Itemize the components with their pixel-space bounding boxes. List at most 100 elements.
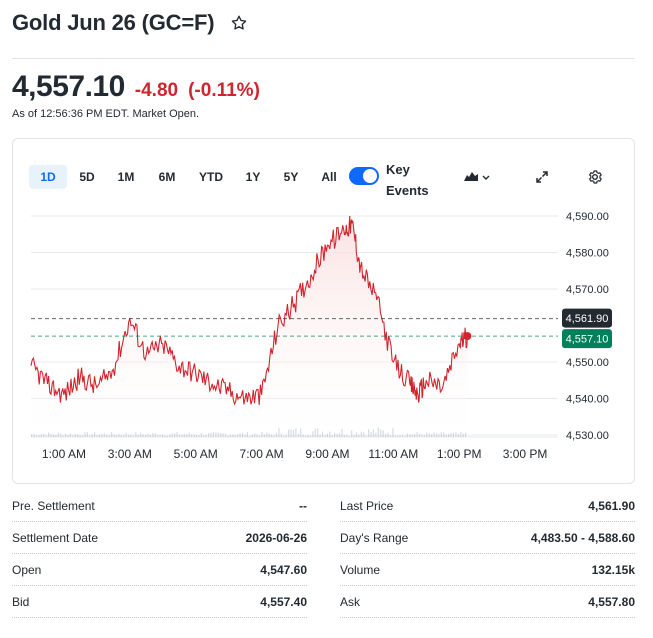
volume-bar [249,435,251,437]
volume-bar [244,434,246,437]
volume-bar [389,435,392,437]
volume-bar [45,435,47,437]
volume-bar [203,435,205,437]
volume-bar [404,435,406,437]
stat-label: Ask [340,594,361,609]
volume-bar [205,434,207,437]
volume-bar [38,435,40,437]
x-tick-label: 3:00 PM [503,447,548,461]
star-icon[interactable] [230,14,248,32]
volume-bar [137,435,139,437]
volume-bar [401,434,404,437]
volume-bar [62,435,64,437]
volume-bar [365,435,367,437]
y-tick-label: 4,530.00 [566,430,609,442]
volume-bar [353,435,355,437]
page-title: Gold Jun 26 (GC=F) [12,10,215,35]
stat-label: Last Price [340,498,394,513]
stat-row: Open 4,547.60 [12,554,307,586]
stat-row: Bid 4,557.40 [12,586,307,618]
stat-label: Pre. Settlement [12,498,95,513]
volume-bar [35,435,38,437]
volume-bar [227,435,229,437]
x-tick-label: 5:00 AM [174,447,218,461]
stat-row: Volume 132.15k [340,554,635,586]
stats-left-column: Pre. Settlement -- Settlement Date 2026-06… [12,490,307,618]
price-row: 4,557.10 -4.80 (-0.11%) [12,70,260,104]
stat-value: 4,547.60 [260,562,307,577]
volume-bar [399,435,401,437]
stat-value: 132.15k [591,562,635,577]
current-price-marker [463,332,472,341]
y-tick-label: 4,570.00 [566,284,609,296]
y-tick-label: 4,561.90 [566,313,609,325]
price-chart[interactable]: 4,590.00 4,580.00 4,570.00 4,561.90 4,557.10… [13,139,636,485]
volume-bar [144,435,147,437]
volume-bar [358,435,360,437]
volume-bar [55,434,57,437]
volume-bar [331,435,333,437]
x-tick-label: 9:00 AM [305,447,349,461]
volume-bar [67,435,69,437]
volume-bar [123,435,125,437]
x-tick-label: 1:00 PM [437,447,482,461]
stat-row: Settlement Date 2026-06-26 [12,522,307,554]
volume-bar [157,435,159,437]
volume-bar [304,435,307,437]
volume-bar [81,435,84,437]
volume-bar [195,434,198,437]
price-area-fill [31,216,468,435]
market-status: As of 12:56:36 PM EDT. Market Open. [12,108,200,120]
current-price: 4,557.10 [12,70,125,103]
stat-row: Ask 4,557.80 [340,586,635,618]
volume-bar [79,435,81,437]
volume-bar [159,435,161,437]
stat-value: 4,557.80 [588,594,635,609]
stat-value: -- [299,498,307,513]
volume-bar [283,435,285,437]
volume-bar [198,435,200,437]
volume-bar [120,434,122,437]
stat-value: 4,561.90 [588,498,635,513]
volume-bar [164,435,166,437]
volume-bar [166,435,168,437]
volume-bar [132,435,135,437]
y-tick-label: 4,590.00 [566,211,609,223]
x-tick-label: 1:00 AM [42,447,86,461]
stat-value: 2026-06-26 [245,530,307,545]
volume-bar [229,434,232,437]
x-tick-label: 3:00 AM [108,447,152,461]
volume-bar [96,435,98,437]
volume-bar [309,435,312,437]
volume-bar [423,435,425,437]
volume-bar [106,434,108,437]
volume-bar [319,434,321,437]
volume-bar [348,435,350,437]
price-line [30,215,468,406]
volume-bar [324,435,326,437]
stat-row: Pre. Settlement -- [12,490,307,522]
volume-bar [307,435,309,437]
volume-bar [394,435,396,437]
volume-bar [343,434,345,437]
volume-bar [108,435,110,437]
volume-bar [72,435,74,437]
stat-label: Day's Range [340,530,409,545]
stat-value: 4,483.50 - 4,588.60 [530,530,635,545]
y-tick-label: 4,540.00 [566,394,609,406]
volume-bar [273,435,275,437]
stat-label: Open [12,562,42,577]
stat-label: Volume [340,562,381,577]
y-tick-label: 4,557.10 [566,334,609,346]
stat-row: Day's Range 4,483.50 - 4,588.60 [340,522,635,554]
stat-row: Last Price 4,561.90 [340,490,635,522]
title-row: Gold Jun 26 (GC=F) [12,10,248,36]
volume-bar [258,435,261,437]
stat-label: Settlement Date [12,530,99,545]
y-tick-label: 4,580.00 [566,248,609,260]
volume-bar [234,435,236,437]
stat-value: 4,557.40 [260,594,307,609]
volume-bar [115,435,118,437]
volume-bar [89,435,91,437]
divider [12,58,635,59]
